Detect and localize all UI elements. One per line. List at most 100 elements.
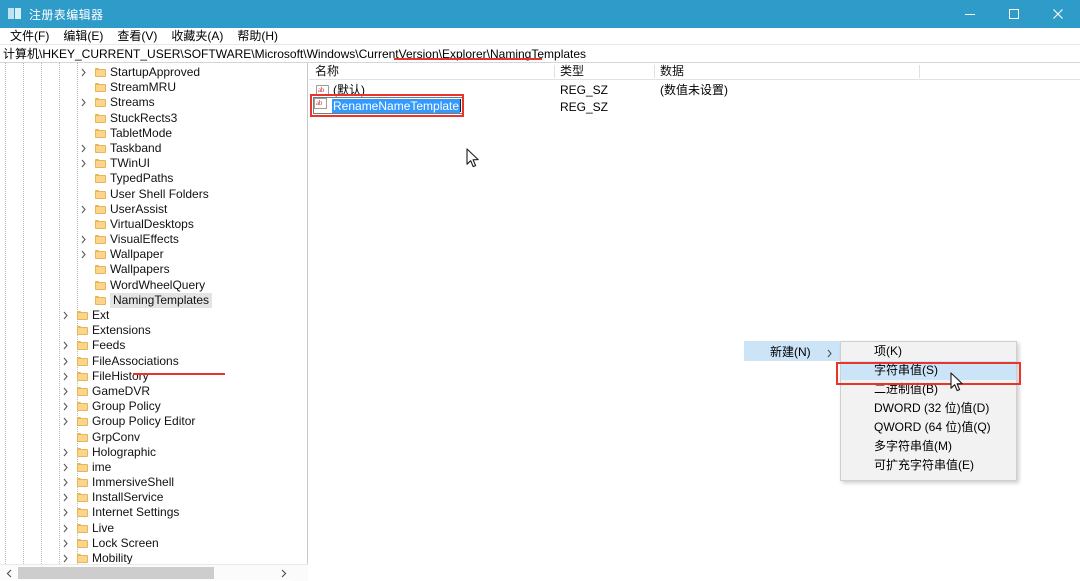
chevron-right-icon[interactable] (59, 505, 72, 520)
scroll-right-button[interactable] (275, 565, 292, 581)
chevron-right-icon[interactable] (59, 521, 72, 536)
context-menu-item[interactable]: QWORD (64 位)值(Q) (841, 418, 1016, 437)
tree-node[interactable]: Mobility (0, 551, 292, 564)
context-menu-item[interactable]: 多字符串值(M) (841, 437, 1016, 456)
column-divider[interactable] (919, 65, 920, 78)
column-header-name[interactable]: 名称 (309, 63, 339, 80)
tree-node[interactable]: ImmersiveShell (0, 475, 292, 490)
context-menu-item[interactable]: 项(K) (841, 342, 1016, 361)
tree-node[interactable]: TypedPaths (0, 171, 292, 186)
chevron-right-icon[interactable] (59, 475, 72, 490)
tree-node[interactable]: Wallpaper (0, 247, 292, 262)
folder-icon (95, 265, 106, 274)
tree-node[interactable]: TWinUI (0, 156, 292, 171)
tree-node[interactable]: Live (0, 521, 292, 536)
tree-node[interactable]: Wallpapers (0, 262, 292, 277)
scroll-left-button[interactable] (0, 565, 17, 581)
value-type: REG_SZ (560, 82, 608, 98)
tree-node[interactable]: User Shell Folders (0, 187, 292, 202)
tree-node[interactable]: InstallService (0, 490, 292, 505)
chevron-right-icon[interactable] (59, 414, 72, 429)
chevron-right-icon[interactable] (59, 338, 72, 353)
chevron-right-icon[interactable] (59, 551, 72, 564)
menu-item-file[interactable]: 文件(F) (3, 28, 56, 45)
folder-icon (95, 174, 106, 183)
chevron-right-icon[interactable] (59, 399, 72, 414)
folder-icon (95, 144, 106, 153)
tree-node-label: Group Policy Editor (92, 414, 195, 429)
tree-node[interactable]: Group Policy Editor (0, 414, 292, 429)
context-menu-new-label: 新建(N) (770, 343, 811, 360)
tree-node[interactable]: FileHistory (0, 369, 292, 384)
tree-node[interactable]: Holographic (0, 445, 292, 460)
folder-icon (95, 114, 106, 123)
context-menu-item[interactable]: DWORD (32 位)值(D) (841, 399, 1016, 418)
minimize-button[interactable] (948, 0, 992, 28)
chevron-right-icon[interactable] (59, 369, 72, 384)
chevron-right-icon[interactable] (59, 536, 72, 551)
tree-node[interactable]: Streams (0, 95, 292, 110)
tree-node-label: Extensions (92, 323, 151, 338)
tree-horizontal-scrollbar[interactable] (0, 564, 308, 580)
chevron-right-icon[interactable] (77, 156, 90, 171)
chevron-right-icon[interactable] (77, 65, 90, 80)
values-column-header: 名称 类型 数据 (309, 63, 1080, 80)
chevron-right-icon[interactable] (77, 141, 90, 156)
context-menu-item[interactable]: 可扩充字符串值(E) (841, 456, 1016, 475)
menu-item-favorites[interactable]: 收藏夹(A) (164, 28, 230, 45)
tree-node[interactable]: TabletMode (0, 126, 292, 141)
chevron-right-icon[interactable] (77, 247, 90, 262)
address-bar[interactable]: 计算机\HKEY_CURRENT_USER\SOFTWARE\Microsoft… (0, 45, 1080, 63)
tree-node[interactable]: ime (0, 460, 292, 475)
tree-node[interactable]: StartupApproved (0, 65, 292, 80)
tree-node[interactable]: Internet Settings (0, 505, 292, 520)
menu-item-view[interactable]: 查看(V) (110, 28, 164, 45)
tree-node[interactable]: Group Policy (0, 399, 292, 414)
chevron-right-icon[interactable] (59, 354, 72, 369)
registry-tree-pane[interactable]: StartupApprovedStreamMRUStreamsStuckRect… (0, 63, 308, 564)
tree-node[interactable]: NamingTemplates (0, 293, 292, 308)
mouse-cursor-values-pane (466, 148, 482, 170)
tree-node[interactable]: WordWheelQuery (0, 278, 292, 293)
chevron-right-icon[interactable] (77, 232, 90, 247)
chevron-right-icon[interactable] (59, 490, 72, 505)
registry-values-pane[interactable]: 名称 类型 数据 ab (默认) REG_SZ (数值未设置) REG_SZ (309, 63, 1080, 580)
tree-node[interactable]: VisualEffects (0, 232, 292, 247)
tree-node[interactable]: Taskband (0, 141, 292, 156)
scrollbar-corner (292, 565, 308, 581)
chevron-right-icon[interactable] (59, 384, 72, 399)
column-header-type[interactable]: 类型 (554, 63, 584, 80)
folder-icon (77, 402, 88, 411)
tree-node-label: Wallpapers (110, 262, 170, 277)
folder-icon (95, 205, 106, 214)
tree-node[interactable]: StreamMRU (0, 80, 292, 95)
maximize-button[interactable] (992, 0, 1036, 28)
tree-node[interactable]: FileAssociations (0, 354, 292, 369)
context-menu-item-new[interactable]: 新建(N) (744, 341, 840, 361)
tree-node[interactable]: Extensions (0, 323, 292, 338)
chevron-right-icon[interactable] (77, 95, 90, 110)
tree-node[interactable]: GrpConv (0, 430, 292, 445)
registry-editor-window: 注册表编辑器 文件(F) 编辑(E) 查看(V) 收藏夹(A) 帮助(H) 计算… (0, 0, 1080, 580)
tree-node[interactable]: Lock Screen (0, 536, 292, 551)
tree-node[interactable]: Feeds (0, 338, 292, 353)
chevron-right-icon[interactable] (59, 460, 72, 475)
title-bar[interactable]: 注册表编辑器 (0, 0, 1080, 28)
tree-node[interactable]: StuckRects3 (0, 111, 292, 126)
close-button[interactable] (1036, 0, 1080, 28)
tree-node[interactable]: UserAssist (0, 202, 292, 217)
tree-node[interactable]: Ext (0, 308, 292, 323)
tree-node-label: ime (92, 460, 111, 475)
chevron-right-icon[interactable] (59, 445, 72, 460)
tree-node[interactable]: GameDVR (0, 384, 292, 399)
menu-item-edit[interactable]: 编辑(E) (56, 28, 110, 45)
chevron-right-icon[interactable] (59, 308, 72, 323)
folder-icon (95, 235, 106, 244)
context-menu-item-label: QWORD (64 位)值(Q) (874, 420, 991, 434)
chevron-right-icon[interactable] (77, 202, 90, 217)
menu-item-help[interactable]: 帮助(H) (230, 28, 285, 45)
tree-hscrollbar-thumb[interactable] (18, 567, 214, 579)
column-header-data[interactable]: 数据 (654, 63, 684, 80)
folder-icon (95, 250, 106, 259)
tree-node[interactable]: VirtualDesktops (0, 217, 292, 232)
